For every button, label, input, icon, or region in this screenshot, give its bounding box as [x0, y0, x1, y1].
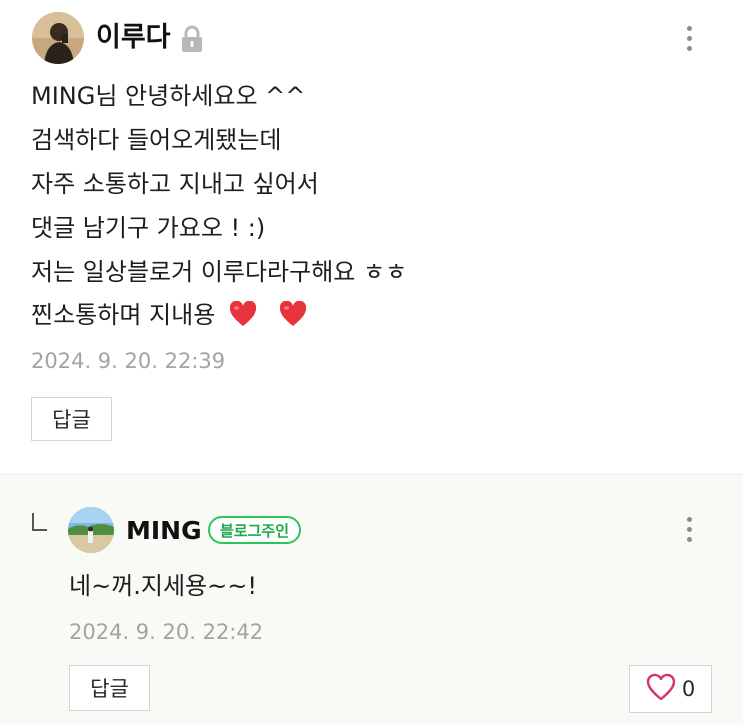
more-options-icon[interactable] [677, 509, 701, 549]
heart-outline-icon [646, 673, 676, 705]
beach-avatar[interactable] [68, 507, 114, 553]
heart-emoji-icon [229, 300, 257, 334]
reply-button[interactable]: 답글 [31, 397, 112, 441]
heart-emoji-icon [279, 300, 307, 334]
blog-owner-badge: 블로그주인 [208, 516, 302, 544]
comment-timestamp: 2024. 9. 20. 22:39 [31, 349, 226, 373]
reply-author-name[interactable]: MING [126, 516, 202, 546]
comment-line-6: 찐소통하며 지내용 [31, 301, 216, 329]
comment-line-1: MING님 안녕하세요오 ^^ [31, 82, 306, 110]
comment-line-2: 검색하다 들어오게됐는데 [31, 126, 282, 154]
author-name[interactable]: 이루다 [96, 23, 171, 53]
reply-arrow-icon [32, 513, 47, 531]
comment-line-3: 자주 소통하고 지내고 싶어서 [31, 170, 319, 198]
comment-line-4: 댓글 남기구 가요오 ! :) [31, 214, 266, 242]
reply-timestamp: 2024. 9. 20. 22:42 [69, 620, 264, 644]
reply-button[interactable]: 답글 [69, 665, 150, 711]
reply-text: 네~꺼.지세용~~! [69, 572, 257, 600]
user-avatar[interactable] [32, 12, 84, 64]
comment-line-6-row: 찐소통하며 지내용 [31, 300, 307, 334]
like-count: 0 [681, 677, 696, 701]
like-button[interactable]: 0 [629, 665, 712, 713]
comment-line-5: 저는 일상블로거 이루다라구해요 ㅎㅎ [31, 258, 408, 286]
more-options-icon[interactable] [677, 18, 701, 58]
lock-icon [180, 25, 204, 57]
reply-comment: MING 블로그주인 네~꺼.지세용~~! 2024. 9. 20. 22:42… [0, 474, 743, 724]
comment: 이루다 MING님 안녕하세요오 ^^ 검색하다 들어오게됐는데 자주 소통하고… [0, 0, 743, 474]
